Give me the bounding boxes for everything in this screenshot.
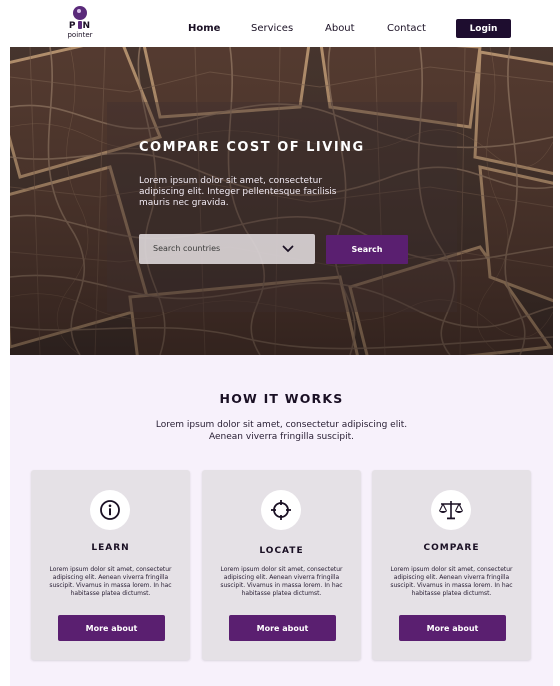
card-description: Lorem ipsum dolor sit amet, consectetur … bbox=[49, 566, 172, 597]
card-compare: COMPARE Lorem ipsum dolor sit amet, cons… bbox=[372, 470, 531, 660]
card-title: COMPARE bbox=[423, 543, 480, 553]
more-about-button[interactable]: More about bbox=[58, 615, 165, 641]
nav-home[interactable]: Home bbox=[188, 23, 220, 34]
map-pin-icon bbox=[73, 6, 87, 20]
section-subtitle: Lorem ipsum dolor sit amet, consectetur … bbox=[130, 419, 433, 443]
logo-letter-n: N bbox=[82, 21, 92, 31]
info-icon bbox=[90, 490, 130, 530]
card-description: Lorem ipsum dolor sit amet, consectetur … bbox=[220, 566, 343, 597]
card-locate: LOCATE Lorem ipsum dolor sit amet, conse… bbox=[202, 470, 361, 660]
card-title: LEARN bbox=[91, 543, 130, 553]
chevron-down-icon[interactable] bbox=[282, 243, 294, 255]
hero-title: COMPARE COST OF LIVING bbox=[139, 140, 365, 155]
site-header: PN pointer Home Services About Contact L… bbox=[0, 0, 560, 47]
search-placeholder: Search countries bbox=[153, 244, 221, 253]
logo-subtitle: pointer bbox=[67, 31, 93, 39]
more-about-button[interactable]: More about bbox=[399, 615, 506, 641]
card-title: LOCATE bbox=[259, 546, 304, 556]
hero-description: Lorem ipsum dolor sit amet, consectetur … bbox=[139, 176, 337, 208]
logo-pin-stem bbox=[77, 21, 82, 29]
scales-icon bbox=[431, 490, 471, 530]
more-about-button[interactable]: More about bbox=[229, 615, 336, 641]
login-button[interactable]: Login bbox=[456, 19, 511, 38]
crosshair-icon bbox=[261, 490, 301, 530]
nav-contact[interactable]: Contact bbox=[387, 23, 426, 34]
nav-services[interactable]: Services bbox=[251, 23, 293, 34]
section-title: HOW IT WORKS bbox=[219, 391, 344, 406]
search-button[interactable]: Search bbox=[326, 235, 408, 264]
section-subtitle-line-2: Aenean viverra fringilla suscipit. bbox=[209, 432, 354, 442]
section-subtitle-line-1: Lorem ipsum dolor sit amet, consectetur … bbox=[155, 420, 408, 430]
country-search-select[interactable]: Search countries bbox=[139, 234, 315, 264]
logo[interactable]: PN pointer bbox=[62, 6, 98, 44]
nav-about[interactable]: About bbox=[325, 23, 355, 34]
how-it-works-section: HOW IT WORKS Lorem ipsum dolor sit amet,… bbox=[10, 355, 553, 686]
hero-section: COMPARE COST OF LIVING Lorem ipsum dolor… bbox=[10, 47, 553, 355]
logo-wordmark: PN bbox=[62, 21, 98, 31]
card-description: Lorem ipsum dolor sit amet, consectetur … bbox=[390, 566, 513, 597]
card-learn: LEARN Lorem ipsum dolor sit amet, consec… bbox=[31, 470, 190, 660]
logo-letter-p: P bbox=[68, 21, 77, 31]
